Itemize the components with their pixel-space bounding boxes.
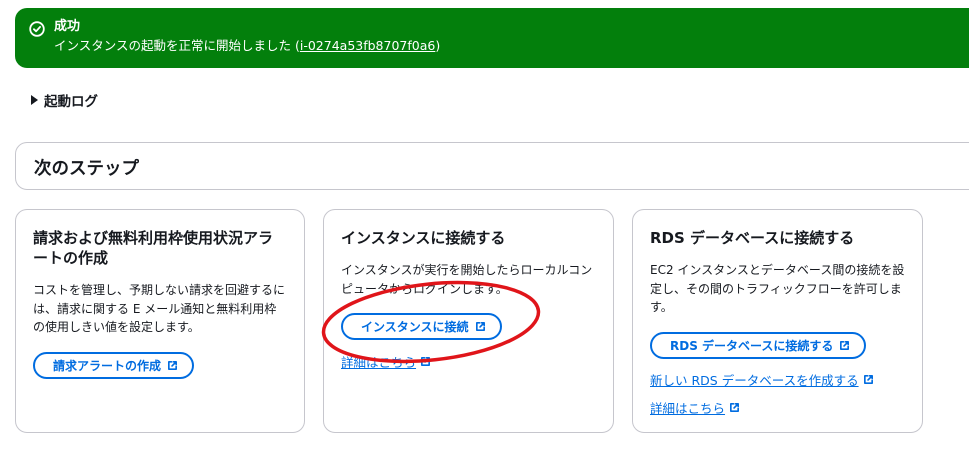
learn-more-link[interactable]: 詳細はこちら bbox=[650, 398, 740, 417]
learn-more-link[interactable]: 詳細はこちら bbox=[341, 352, 431, 371]
external-link-icon bbox=[168, 360, 178, 370]
caret-right-icon bbox=[31, 95, 38, 105]
connect-instance-button[interactable]: インスタンスに接続 bbox=[341, 313, 502, 340]
create-billing-alert-button[interactable]: 請求アラートの作成 bbox=[33, 351, 195, 379]
instance-id-link[interactable]: i-0274a53fb8707f0a6 bbox=[300, 38, 435, 53]
create-rds-database-link[interactable]: 新しい RDS データベースを作成する bbox=[650, 370, 874, 389]
next-steps-title: 次のステップ bbox=[34, 159, 139, 179]
card-description: コストを管理し、予期しない請求を回避するには、請求に関する E メール通知と無料… bbox=[33, 283, 286, 334]
launch-log-label: 起動ログ bbox=[44, 94, 98, 110]
connect-rds-card: RDS データベースに接続する EC2 インスタンスとデータベース間の接続を設定… bbox=[632, 209, 923, 433]
launch-log-expander[interactable]: 起動ログ bbox=[31, 90, 98, 110]
external-link-icon bbox=[863, 374, 873, 384]
connect-rds-button[interactable]: RDS データベースに接続する bbox=[650, 331, 867, 359]
check-circle-icon bbox=[29, 21, 45, 37]
external-link-icon bbox=[840, 340, 850, 350]
next-steps-header: 次のステップ bbox=[15, 142, 969, 190]
external-link-icon bbox=[475, 322, 485, 331]
success-flashbar: 成功 インスタンスの起動を正常に開始しました (i-0274a53fb8707f… bbox=[15, 8, 969, 68]
flash-title: 成功 bbox=[54, 19, 81, 34]
flash-message: インスタンスの起動を正常に開始しました (i-0274a53fb8707f0a6… bbox=[54, 38, 441, 53]
card-title: インスタンスに接続する bbox=[341, 229, 506, 247]
card-description: インスタンスが実行を開始したらローカルコンピュータからログインします。 bbox=[341, 263, 593, 296]
connect-instance-card: インスタンスに接続する インスタンスが実行を開始したらローカルコンピュータからロ… bbox=[323, 209, 614, 433]
card-title: RDS データベースに接続する bbox=[650, 229, 855, 247]
external-link-icon bbox=[730, 402, 740, 412]
card-title: 請求および無料利用枠使用状況アラートの作成 bbox=[33, 229, 274, 267]
card-description: EC2 インスタンスとデータベース間の接続を設定し、その間のトラフィックフローを… bbox=[650, 263, 905, 314]
billing-alert-card: 請求および無料利用枠使用状況アラートの作成 コストを管理し、予期しない請求を回避… bbox=[15, 209, 305, 433]
external-link-icon bbox=[421, 357, 431, 366]
